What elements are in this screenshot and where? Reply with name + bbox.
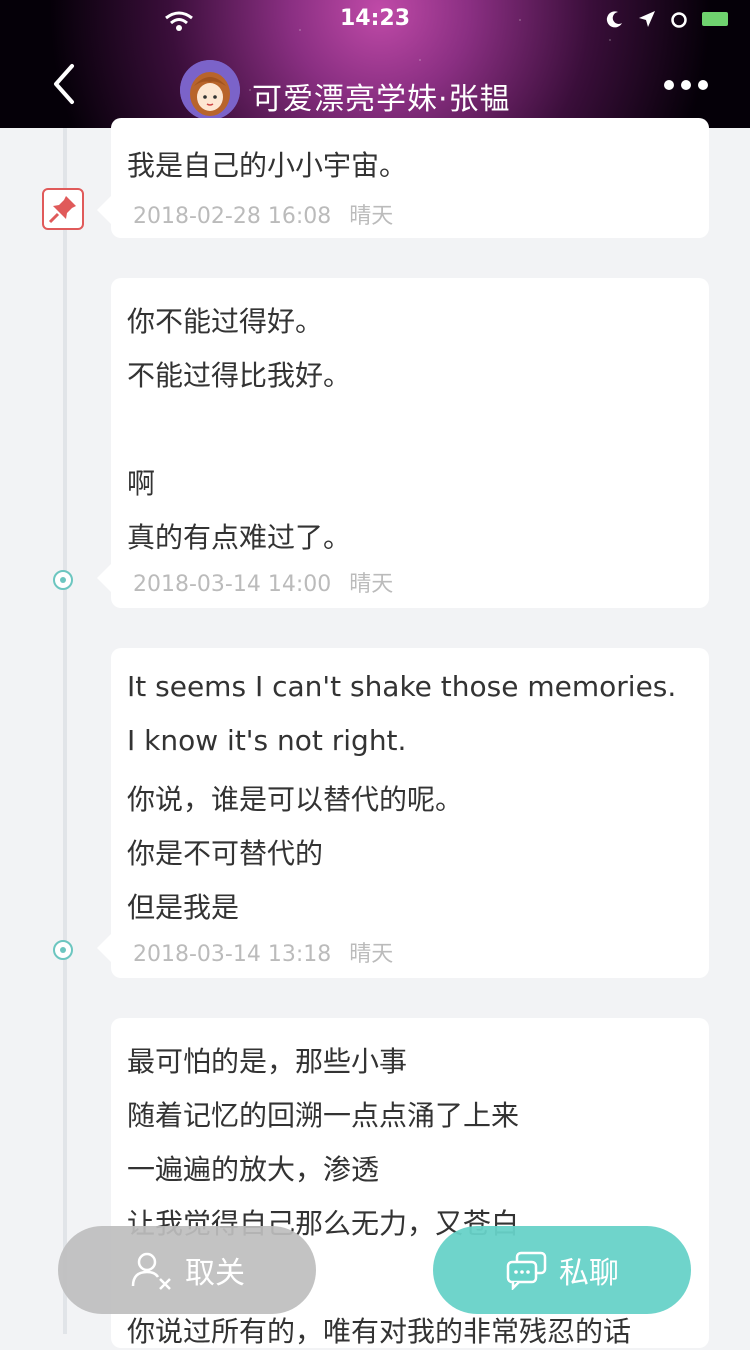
post-line: 随着记忆的回溯一点点涌了上来 xyxy=(127,1099,520,1132)
post-meta: 2018-03-14 14:00 晴天 xyxy=(133,566,411,598)
post-date: 2018-02-28 16:08 xyxy=(133,204,332,229)
location-icon xyxy=(639,11,655,27)
post-line: 不能过得比我好。 xyxy=(127,359,352,392)
post-weather: 晴天 xyxy=(349,572,394,597)
post-date: 2018-03-14 14:00 xyxy=(133,572,332,597)
unfollow-label: 取关 xyxy=(185,1256,245,1291)
post-date: 2018-03-14 13:18 xyxy=(133,942,332,967)
remove-user-icon xyxy=(131,1252,171,1290)
post-card[interactable]: 我是自己的小小宇宙。 2018-02-28 16:08 晴天 xyxy=(97,118,709,238)
card-notch xyxy=(97,196,111,224)
post-meta: 2018-03-14 13:18 晴天 xyxy=(133,936,411,968)
card-notch xyxy=(97,564,111,592)
post-line: 啊 xyxy=(127,467,156,500)
profile-name: 可爱漂亮学妹·张韫 xyxy=(252,82,511,117)
post-line: 你是不可替代的 xyxy=(127,837,324,870)
post-line: 你不能过得好。 xyxy=(127,305,324,338)
status-icons xyxy=(606,10,728,28)
avatar[interactable] xyxy=(180,60,240,120)
post-card[interactable]: It seems I can't shake those memories. I… xyxy=(97,648,709,978)
unfollow-button[interactable]: 取关 xyxy=(58,1226,316,1314)
post-line: It seems I can't shake those memories. xyxy=(127,670,677,703)
post-line: 但是我是 xyxy=(127,891,240,924)
post-line: 一遍遍的放大，渗透 xyxy=(127,1153,380,1186)
timeline-dot xyxy=(53,570,73,590)
card-notch xyxy=(97,934,111,962)
avatar-illustration-icon xyxy=(180,60,240,120)
post-line: 真的有点难过了。 xyxy=(127,521,352,554)
post-weather: 晴天 xyxy=(349,204,394,229)
private-chat-button[interactable]: 私聊 xyxy=(433,1226,691,1314)
back-icon[interactable] xyxy=(44,60,84,108)
profile-header: 14:23 可爱漂亮学妹·张韫 xyxy=(0,0,750,128)
more-menu-icon[interactable] xyxy=(664,80,708,90)
post-line: 我是自己的小小宇宙。 xyxy=(127,149,408,182)
battery-icon xyxy=(702,12,728,26)
post-line: 你说过所有的，唯有对我的非常残忍的话 xyxy=(127,1315,632,1348)
private-chat-label: 私聊 xyxy=(559,1256,619,1291)
post-meta: 2018-02-28 16:08 晴天 xyxy=(133,198,411,230)
chat-bubbles-icon xyxy=(506,1251,547,1290)
post-line: 你说，谁是可以替代的呢。 xyxy=(127,783,464,816)
post-line: I know it's not right. xyxy=(127,724,407,757)
alarm-icon xyxy=(671,12,687,28)
pin-icon xyxy=(42,188,84,230)
timeline-line xyxy=(63,128,67,1334)
moon-icon xyxy=(606,11,622,28)
post-card[interactable]: 你不能过得好。 不能过得比我好。 啊 真的有点难过了。 2018-03-14 1… xyxy=(97,278,709,608)
timeline-dot xyxy=(53,940,73,960)
post-line: 最可怕的是，那些小事 xyxy=(127,1045,408,1078)
post-weather: 晴天 xyxy=(349,942,394,967)
